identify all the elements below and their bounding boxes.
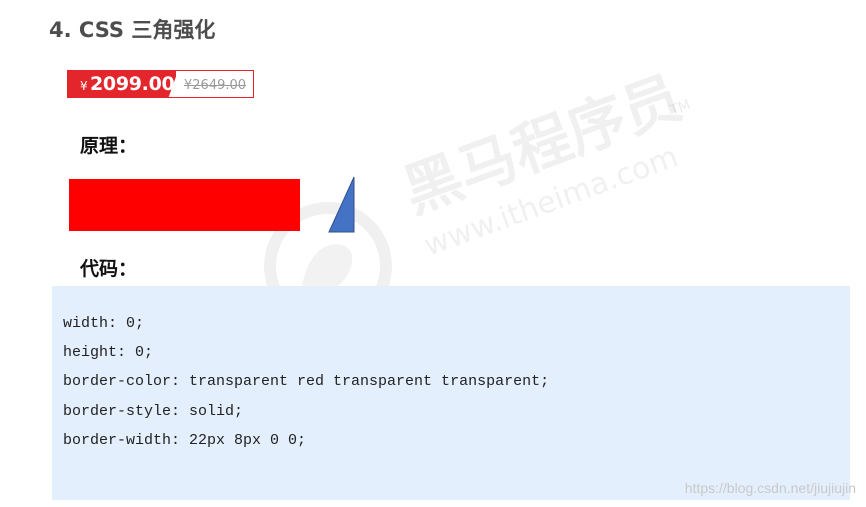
demo-blue-triangle — [328, 176, 355, 233]
principle-label: 原理： — [80, 135, 138, 157]
price-original: ¥2649.00 — [184, 78, 247, 93]
price-currency-symbol: ¥ — [80, 79, 88, 93]
section-heading: 4. CSS 三角强化 — [49, 18, 216, 42]
code-line: border-color: transparent red transparen… — [63, 373, 550, 390]
code-line: width: 0; — [63, 315, 145, 332]
code-line: height: 0; — [63, 344, 154, 361]
code-label: 代码： — [80, 258, 138, 280]
code-line: border-style: solid; — [63, 403, 244, 420]
watermark-text: 黑马程序员 www.itheima.com — [390, 51, 704, 264]
source-url-watermark: https://blog.csdn.net/jiujiujin — [684, 480, 856, 496]
demo-red-rectangle — [69, 179, 300, 231]
code-line: border-width: 22px 8px 0 0; — [63, 432, 307, 449]
price-current-block: ¥ 2099.00 — [68, 71, 176, 97]
price-tag: ¥ 2099.00 ¥2649.00 — [67, 70, 254, 98]
price-slant-triangle — [168, 71, 178, 97]
price-current: 2099.00 — [90, 73, 175, 95]
code-block: width: 0; height: 0; border-color: trans… — [52, 286, 850, 500]
